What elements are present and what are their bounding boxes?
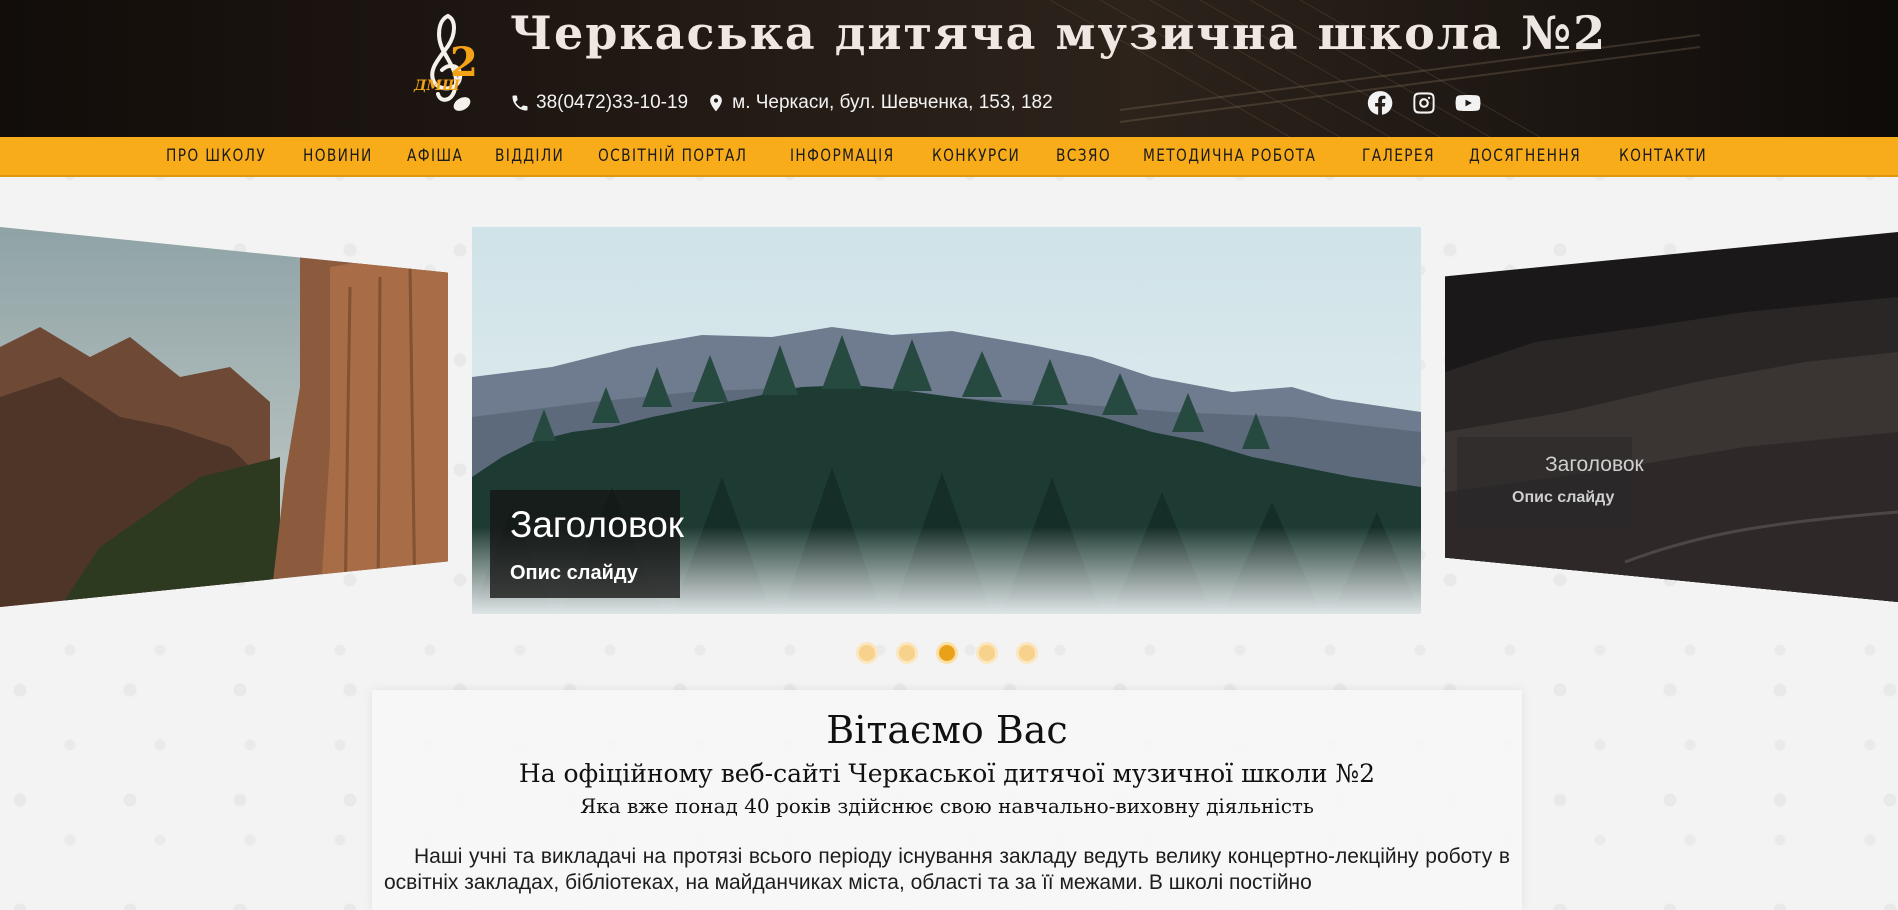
- phone-icon: [512, 95, 528, 111]
- youtube-link[interactable]: [1454, 89, 1482, 117]
- phone-contact[interactable]: 38(0472)33-10-19: [510, 92, 688, 114]
- address-text: м. Черкаси, бул. Шевченка, 153, 182: [732, 92, 1053, 113]
- carousel-slide-active[interactable]: Заголовок Опис слайду: [472, 227, 1421, 614]
- school-logo[interactable]: 2 ДМШ: [410, 12, 490, 117]
- welcome-title: Вітаємо Вас: [826, 708, 1068, 752]
- youtube-icon: [1455, 94, 1481, 112]
- nav-item-departments[interactable]: ВІДДІЛИ: [495, 146, 564, 166]
- nav-item-methodical-work[interactable]: МЕТОДИЧНА РОБОТА: [1143, 146, 1316, 166]
- treble-clef-logo-icon: 2 ДМШ: [413, 14, 478, 111]
- social-links: [1366, 89, 1482, 117]
- nav-item-achievements[interactable]: ДОСЯГНЕННЯ: [1469, 146, 1581, 166]
- carousel-slide-prev[interactable]: [0, 227, 448, 607]
- map-marker-icon: [710, 94, 722, 112]
- nav-item-news[interactable]: НОВИНИ: [303, 146, 373, 166]
- facebook-link[interactable]: [1366, 89, 1394, 117]
- carousel-dot-1[interactable]: [856, 642, 878, 664]
- slide-caption: Заголовок Опис слайду: [490, 490, 684, 598]
- carousel-dot-2[interactable]: [896, 642, 918, 664]
- canyon-image: [0, 227, 448, 607]
- nav-item-about[interactable]: ПРО ШКОЛУ: [166, 146, 266, 166]
- welcome-section: Вітаємо Вас На офіційному веб-сайті Черк…: [372, 690, 1522, 910]
- slide-caption-next: Заголовок Опис слайду: [1457, 437, 1644, 527]
- contact-bar: 38(0472)33-10-19 м. Черкаси, бул. Шевчен…: [510, 92, 1053, 114]
- facebook-icon: [1367, 91, 1393, 115]
- nav-item-vszyao[interactable]: ВСЗЯО: [1056, 146, 1111, 166]
- welcome-subtitle: На офіційному веб-сайті Черкаської дитяч…: [518, 759, 1376, 788]
- site-header: 2 ДМШ Черкаська дитяча музична школа №2 …: [0, 0, 1898, 137]
- carousel-slide-next[interactable]: Заголовок Опис слайду: [1445, 232, 1898, 602]
- nav-item-education-portal[interactable]: ОСВІТНІЙ ПОРТАЛ: [598, 146, 747, 166]
- nav-item-gallery[interactable]: ГАЛЕРЕЯ: [1362, 146, 1435, 166]
- slide-caption-next-title: Заголовок: [1545, 453, 1644, 476]
- slide-caption-next-description: Опис слайду: [1512, 489, 1615, 506]
- dark-hills-image: [1445, 232, 1898, 602]
- slide-caption-title: Заголовок: [510, 504, 684, 545]
- welcome-body-text: Наші учні та викладачі на протязі всього…: [384, 845, 1510, 894]
- nav-item-information[interactable]: ІНФОРМАЦІЯ: [790, 146, 894, 166]
- nav-item-competitions[interactable]: КОНКУРСИ: [932, 146, 1020, 166]
- slide-caption-description: Опис слайду: [510, 562, 638, 584]
- instagram-link[interactable]: [1410, 89, 1438, 117]
- carousel-dot-3[interactable]: [936, 642, 958, 664]
- carousel-dot-4[interactable]: [976, 642, 998, 664]
- site-title: Черкаська дитяча музична школа №2: [510, 6, 1608, 60]
- nav-item-contacts[interactable]: КОНТАКТИ: [1619, 146, 1707, 166]
- image-carousel: Заголовок Опис слайду Заголовок Опис сла…: [0, 177, 1898, 677]
- logo-text: ДМШ: [413, 78, 461, 94]
- carousel-dot-5[interactable]: [1016, 642, 1038, 664]
- main-navigation: ПРО ШКОЛУ НОВИНИ АФІША ВІДДІЛИ ОСВІТНІЙ …: [0, 137, 1898, 177]
- nav-list: ПРО ШКОЛУ НОВИНИ АФІША ВІДДІЛИ ОСВІТНІЙ …: [166, 137, 1717, 175]
- phone-number: 38(0472)33-10-19: [536, 92, 689, 113]
- address-contact[interactable]: м. Черкаси, бул. Шевченка, 153, 182: [706, 92, 1053, 114]
- carousel-pagination: [856, 642, 1038, 664]
- instagram-icon: [1413, 92, 1435, 114]
- nav-item-afisha[interactable]: АФІША: [407, 146, 463, 166]
- welcome-subtitle-secondary: Яка вже понад 40 років здійснює свою нав…: [580, 794, 1314, 818]
